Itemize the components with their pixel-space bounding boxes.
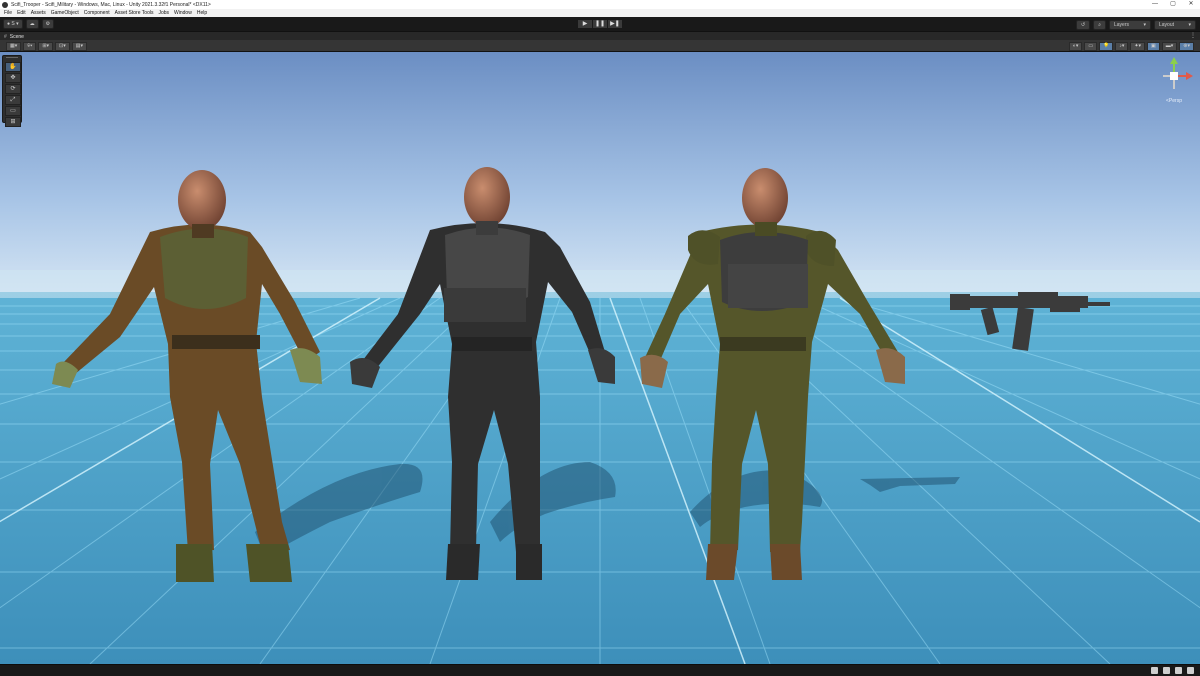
search-button[interactable]: ⌕: [1093, 20, 1106, 30]
search-icon: ⌕: [1098, 22, 1101, 28]
kebab-menu-icon[interactable]: ⋮: [1190, 32, 1196, 39]
2d-toggle[interactable]: ▭: [1084, 42, 1098, 51]
layers-dropdown[interactable]: Layers ▾: [1109, 20, 1151, 30]
hand-icon: ✋: [9, 64, 17, 70]
transform-icon: ⊞: [10, 119, 16, 125]
step-button[interactable]: ▶❚: [608, 20, 622, 28]
shading-mode-dropdown[interactable]: ◐▾: [1068, 42, 1083, 51]
scene-viewport[interactable]: [0, 52, 1200, 664]
menu-window[interactable]: Window: [174, 10, 192, 16]
account-button[interactable]: ● S ▾: [3, 19, 23, 29]
window-title: Scifi_Trooper - Scifi_Military - Windows…: [11, 1, 211, 8]
menu-help[interactable]: Help: [197, 10, 207, 16]
notifications-icon[interactable]: [1187, 667, 1194, 674]
gear-icon: ⚙: [45, 21, 51, 27]
rotate-icon: ⟳: [10, 86, 16, 92]
grid-snap-dropdown[interactable]: ⊞▾: [38, 42, 54, 51]
bake-status-icon[interactable]: [1163, 667, 1170, 674]
rotate-tool-button[interactable]: ⟳: [5, 84, 21, 94]
tab-scene-label: Scene: [9, 33, 24, 40]
menu-component[interactable]: Component: [84, 10, 110, 16]
unity-logo-icon: [2, 1, 8, 8]
overlay-dropdown[interactable]: ▤▾: [71, 42, 87, 51]
play-controls: ▶ ❚❚ ▶❚: [578, 20, 623, 28]
cache-server-icon[interactable]: [1151, 667, 1158, 674]
menu-asset-store-tools[interactable]: Asset Store Tools: [115, 10, 154, 16]
menu-file[interactable]: File: [4, 10, 12, 16]
scale-tool-button[interactable]: ⤢: [5, 95, 21, 105]
pivot-dropdown[interactable]: ⌾▾: [23, 42, 37, 51]
rect-tool-button[interactable]: ▭: [5, 106, 21, 116]
toolbar-right: ↺ ⌕ Layers ▾ Layout ▾: [1073, 20, 1196, 30]
history-icon: ↺: [1080, 22, 1086, 28]
minimize-button[interactable]: —: [1146, 0, 1164, 9]
maximize-button[interactable]: ▢: [1164, 0, 1182, 9]
chevron-down-icon: ▾: [1143, 22, 1146, 28]
menu-bar: File Edit Assets GameObject Component As…: [0, 9, 1200, 17]
perspective-label[interactable]: <Persp: [1154, 98, 1194, 104]
account-icon: ●: [7, 21, 11, 27]
hidden-objects-toggle[interactable]: ▣: [1147, 42, 1160, 51]
debug-mode-icon[interactable]: [1175, 667, 1182, 674]
menu-jobs[interactable]: Jobs: [158, 10, 169, 16]
overlay-drag-handle[interactable]: [6, 57, 18, 61]
layers-label: Layers: [1114, 22, 1130, 28]
axis-gizmo-icon[interactable]: [1154, 56, 1194, 98]
scene-render[interactable]: [0, 52, 1200, 664]
camera-dropdown[interactable]: ▬▾: [1161, 42, 1178, 51]
effects-dropdown[interactable]: ✦▾: [1130, 42, 1146, 51]
hand-tool-button[interactable]: ✋: [5, 62, 21, 72]
rect-icon: ▭: [10, 108, 16, 114]
menu-assets[interactable]: Assets: [31, 10, 46, 16]
draw-mode-dropdown[interactable]: ▦▾: [6, 42, 22, 51]
window-titlebar: Scifi_Trooper - Scifi_Military - Windows…: [0, 0, 1200, 9]
orientation-gizmo[interactable]: <Persp: [1154, 56, 1194, 106]
chevron-down-icon: ▾: [1188, 22, 1191, 28]
status-bar: [0, 664, 1200, 676]
cloud-button[interactable]: ☁: [25, 19, 39, 29]
transform-tool-button[interactable]: ⊞: [5, 117, 21, 127]
scene-hash-icon: #: [4, 33, 7, 40]
history-button[interactable]: ↺: [1075, 20, 1091, 30]
move-tool-button[interactable]: ✥: [5, 73, 21, 83]
move-icon: ✥: [10, 75, 16, 81]
layout-dropdown[interactable]: Layout ▾: [1154, 20, 1196, 30]
lighting-toggle[interactable]: 💡: [1099, 42, 1114, 51]
pause-button[interactable]: ❚❚: [593, 20, 607, 28]
audio-toggle[interactable]: ♪▾: [1115, 42, 1129, 51]
settings-button[interactable]: ⚙: [41, 19, 55, 29]
account-label: S: [11, 21, 15, 27]
menu-gameobject[interactable]: GameObject: [51, 10, 79, 16]
scale-icon: ⤢: [10, 97, 16, 103]
increment-snap-dropdown[interactable]: ⊡▾: [55, 42, 70, 51]
menu-edit[interactable]: Edit: [17, 10, 26, 16]
close-button[interactable]: ✕: [1182, 0, 1200, 9]
cloud-icon: ☁: [29, 21, 35, 27]
layout-label: Layout: [1159, 22, 1175, 28]
play-button[interactable]: ▶: [578, 20, 592, 28]
tools-overlay: ✋ ✥ ⟳ ⤢ ▭ ⊞: [2, 55, 22, 127]
tab-scene[interactable]: # Scene: [4, 34, 24, 40]
gizmos-dropdown[interactable]: ⊕▾: [1179, 42, 1194, 51]
scene-view-toolbar: ▦▾ ⌾▾ ⊞▾ ⊡▾ ▤▾ ◐▾ ▭ 💡 ♪▾ ✦▾ ▣ ▬▾ ⊕▾: [0, 40, 1200, 52]
